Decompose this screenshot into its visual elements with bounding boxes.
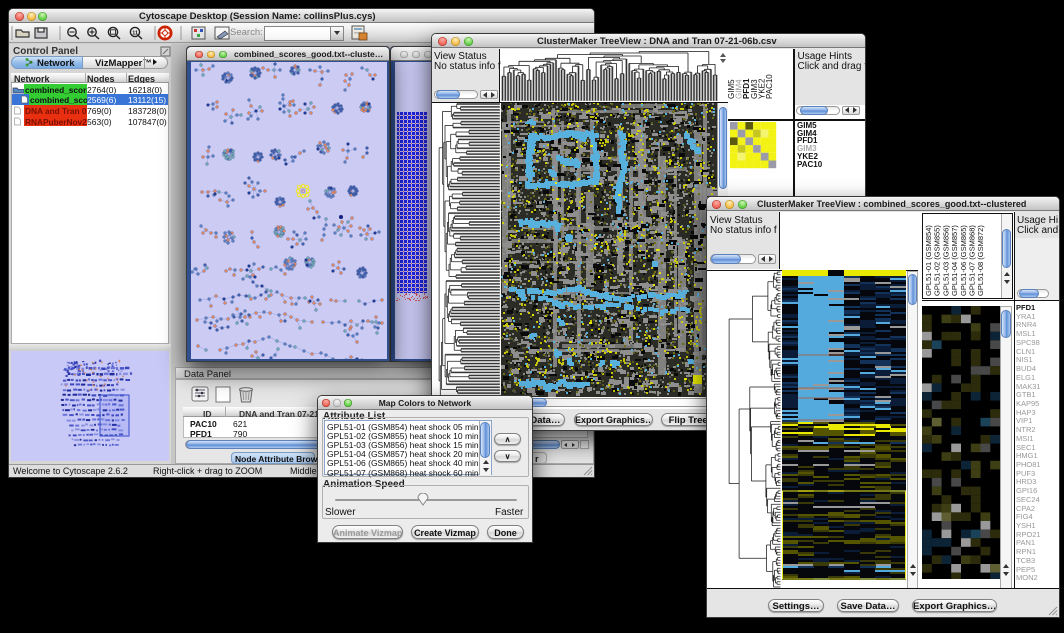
svg-text:GPL51-06 (GSM865): GPL51-06 (GSM865): [959, 225, 968, 296]
svg-text:PAC10: PAC10: [765, 74, 774, 99]
svg-text:11: 11: [132, 31, 138, 37]
svg-text:GPL51-08 (GSM872): GPL51-08 (GSM872): [976, 225, 985, 296]
svg-text:GPL51-07 (GSM868): GPL51-07 (GSM868): [968, 225, 977, 296]
svg-text:GPL51-01 (GSM854): GPL51-01 (GSM854): [924, 225, 933, 296]
svg-text:GPL51-04 (GSM857): GPL51-04 (GSM857): [950, 225, 959, 296]
svg-text:GPL51-02 (GSM855): GPL51-02 (GSM855): [933, 225, 942, 296]
svg-text:GPL51-03 (GSM856): GPL51-03 (GSM856): [941, 225, 950, 296]
